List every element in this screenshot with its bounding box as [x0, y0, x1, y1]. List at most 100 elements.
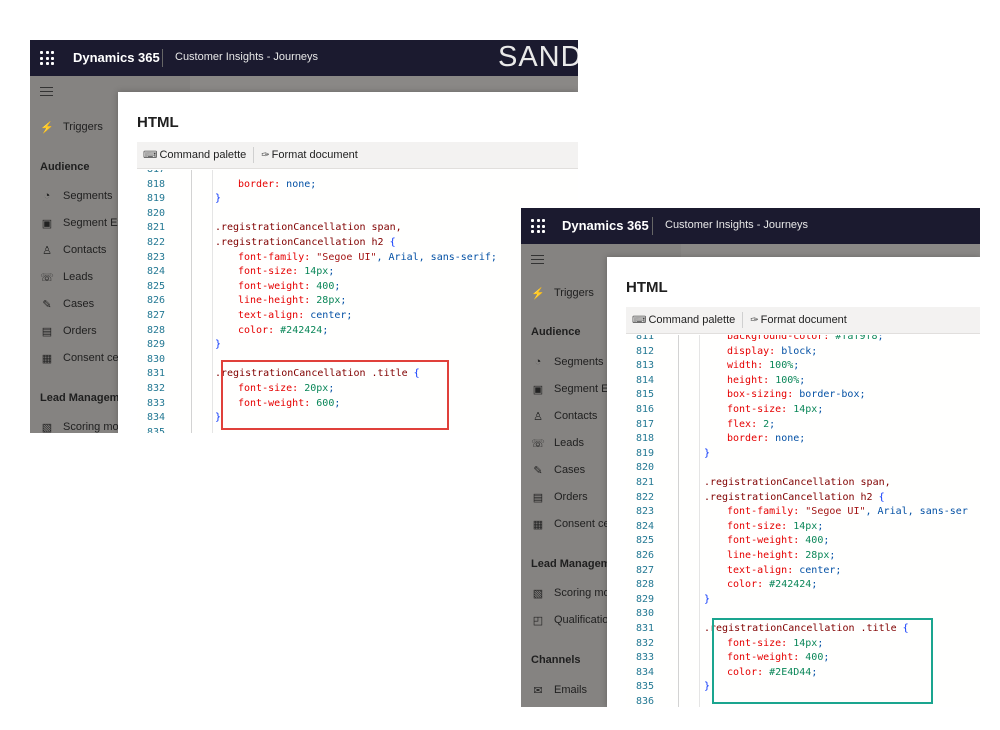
sidebar-item-contacts[interactable]: ♙ Contacts [40, 243, 106, 257]
sidebar-item-segments[interactable]: ◔ Segments [531, 355, 604, 369]
code-text: font-weight: 400; [238, 280, 341, 292]
code-line[interactable]: 835} [626, 680, 980, 695]
code-line[interactable]: 822 .registrationCancellation h2 { [137, 236, 578, 251]
code-line[interactable]: 834} [137, 411, 578, 426]
sidebar-item-orders[interactable]: ▤ Orders [40, 324, 97, 338]
line-number: 831 [635, 623, 654, 634]
brand-name[interactable]: Dynamics 365 [562, 218, 649, 233]
sidebar-item-scoring[interactable]: ▧ Scoring mo [531, 586, 610, 600]
sidebar-item-emails[interactable]: ✉ Emails [531, 683, 587, 697]
code-line[interactable]: 824 font-size: 14px; [137, 265, 578, 280]
code-line[interactable]: 819} [626, 447, 980, 462]
app-launcher-icon[interactable] [531, 219, 545, 233]
code-text: border: none; [238, 178, 317, 190]
segments-icon: ◔ [43, 190, 51, 202]
command-palette-button[interactable]: ⌨ Command palette [137, 142, 253, 168]
contact-icon: ♙ [533, 410, 543, 423]
code-line[interactable]: 836 [626, 695, 980, 707]
code-line[interactable]: 820 [137, 207, 578, 222]
dialog-title: HTML [137, 114, 179, 131]
code-line[interactable]: 823 font-family: "Segoe UI", Arial, sans-… [137, 251, 578, 266]
code-line[interactable]: 831 .registrationCancellation .title { [137, 367, 578, 382]
code-line[interactable]: 813 width: 100%; [626, 359, 980, 374]
sidebar-item-segments[interactable]: ◔ Segments [40, 189, 113, 203]
code-line[interactable]: 832 font-size: 14px; [626, 637, 980, 652]
code-line[interactable]: 814 height: 100%; [626, 374, 980, 389]
code-line[interactable]: 819} [137, 192, 578, 207]
button-label: Command palette [159, 149, 247, 161]
code-text: .registrationCancellation h2 { [215, 237, 396, 248]
code-line[interactable]: 830 [626, 607, 980, 622]
code-line[interactable]: 827 text-align: center; [626, 564, 980, 579]
code-line[interactable]: 829} [626, 593, 980, 608]
sidebar-item-cases[interactable]: ✎ Cases [531, 463, 585, 477]
code-line[interactable]: 826 line-height: 28px; [626, 549, 980, 564]
code-line[interactable]: 825 font-weight: 400; [137, 280, 578, 295]
format-document-button[interactable]: ✑ Format document [254, 142, 365, 168]
code-line[interactable]: 830 [137, 353, 578, 368]
sidebar-item-orders[interactable]: ▤ Orders [531, 490, 588, 504]
sidebar-item-contacts[interactable]: ♙ Contacts [531, 409, 597, 423]
triggers-icon: ⚡ [531, 287, 545, 300]
code-line[interactable]: 827 text-align: center; [137, 309, 578, 324]
sidebar-item-segment-export[interactable]: ▣ Segment Ex [531, 382, 614, 396]
sidebar-item-triggers[interactable]: ⚡ Triggers [40, 120, 103, 134]
code-line[interactable]: 833 font-weight: 400; [626, 651, 980, 666]
code-line[interactable]: 812 display: block; [626, 345, 980, 360]
leads-icon: ☏ [40, 271, 54, 284]
code-line[interactable]: 820 [626, 461, 980, 476]
code-line[interactable]: 824 font-size: 14px; [626, 520, 980, 535]
command-palette-button[interactable]: ⌨ Command palette [626, 307, 742, 333]
code-line[interactable]: 818 border: none; [137, 178, 578, 193]
code-line[interactable]: 828 color: #242424; [137, 324, 578, 339]
line-number: 829 [635, 593, 654, 605]
code-line[interactable]: 829} [137, 338, 578, 353]
code-line[interactable]: 817 flex: 2; [626, 418, 980, 433]
code-line[interactable]: 832 font-size: 20px; [137, 382, 578, 397]
code-line[interactable]: 834 color: #2E4D44; [626, 666, 980, 681]
code-line[interactable]: 817 [137, 170, 578, 178]
sidebar-item-cases[interactable]: ✎ Cases [40, 297, 94, 311]
line-number: 820 [635, 462, 654, 474]
orders-icon: ▤ [532, 491, 544, 504]
line-number: 830 [635, 608, 654, 620]
format-icon: ✑ [750, 314, 759, 326]
hamburger-icon[interactable] [40, 87, 53, 99]
code-line[interactable]: 815 box-sizing: border-box; [626, 388, 980, 403]
code-line[interactable]: 821 .registrationCancellation span, [137, 221, 578, 236]
code-line[interactable]: 833 font-weight: 600; [137, 397, 578, 412]
code-line[interactable]: 818 border: none; [626, 432, 980, 447]
brand-name[interactable]: Dynamics 365 [73, 50, 160, 65]
sidebar-item-leads[interactable]: ☏ Leads [531, 436, 584, 450]
code-text: text-align: center; [727, 564, 842, 576]
code-line[interactable]: 825 font-weight: 400; [626, 534, 980, 549]
app-name[interactable]: Customer Insights - Journeys [665, 219, 808, 231]
app-launcher-icon[interactable] [40, 51, 54, 65]
sidebar-item-segment-export[interactable]: ▣ Segment Ex [40, 216, 123, 230]
code-line[interactable]: 831 .registrationCancellation .title { [626, 622, 980, 637]
sidebar-item-consent[interactable]: ▦ Consent cer [531, 517, 614, 531]
app-name[interactable]: Customer Insights - Journeys [175, 51, 318, 63]
sidebar-item-scoring[interactable]: ▧ Scoring mo [40, 420, 119, 433]
sidebar-item-qualification[interactable]: ◰ Qualificatio [531, 613, 609, 627]
code-editor[interactable]: 817818border: none;819}820821.registrati… [137, 170, 578, 433]
line-number: 828 [635, 579, 654, 591]
sidebar-item-consent[interactable]: ▦ Consent cer [40, 351, 123, 365]
code-line[interactable]: 822 .registrationCancellation h2 { [626, 491, 980, 506]
sidebar-item-leads[interactable]: ☏ Leads [40, 270, 93, 284]
code-line[interactable]: 828 color: #242424; [626, 578, 980, 593]
divider [652, 217, 653, 235]
code-line[interactable]: 835 [137, 426, 578, 433]
code-line[interactable]: 826 line-height: 28px; [137, 294, 578, 309]
code-line[interactable]: 823 font-family: "Segoe UI", Arial, sans-… [626, 505, 980, 520]
environment-label: SAND [498, 41, 578, 73]
line-number: 827 [146, 310, 165, 321]
code-line[interactable]: 811 background-color: #faf9f8; [626, 335, 980, 345]
format-document-button[interactable]: ✑ Format document [743, 307, 854, 333]
hamburger-icon[interactable] [531, 255, 544, 267]
code-line[interactable]: 816 font-size: 14px; [626, 403, 980, 418]
sidebar-item-triggers[interactable]: ⚡ Triggers [531, 286, 594, 300]
line-number: 835 [635, 681, 654, 693]
code-editor[interactable]: 811 background-color: #faf9f8; 812 display:… [626, 335, 980, 707]
code-line[interactable]: 821 .registrationCancellation span, [626, 476, 980, 491]
